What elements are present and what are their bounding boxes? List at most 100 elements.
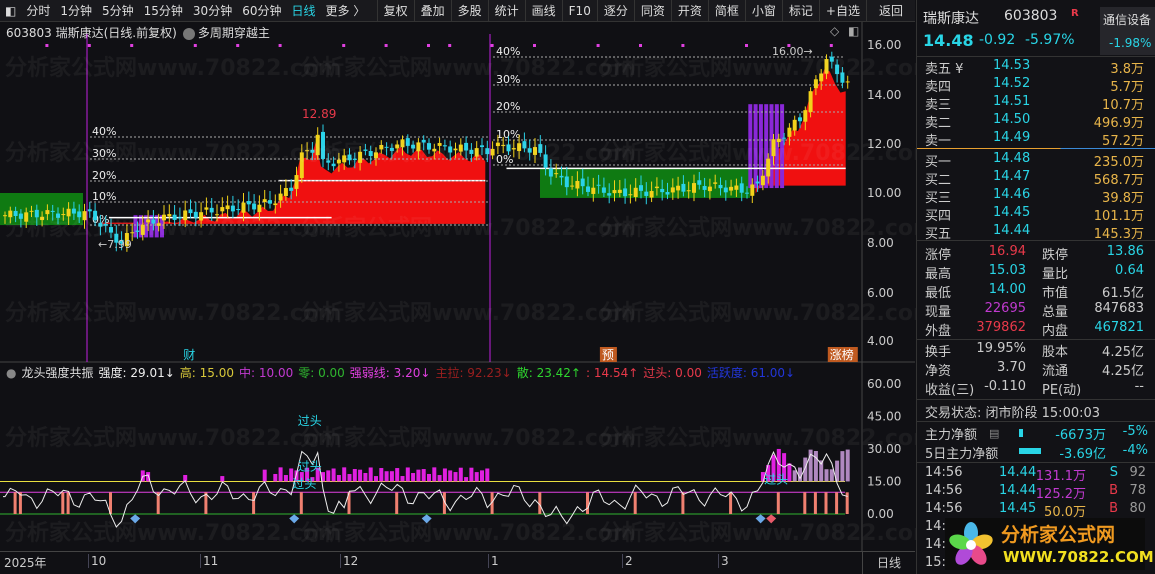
panel-toggle-icon[interactable]: ◧ — [0, 4, 21, 18]
quote-cell: 131.1万 — [1035, 469, 1086, 484]
quote-row: 外盘 379862 内盘 467821 — [917, 320, 1155, 339]
toolbar-button[interactable]: 同资 — [633, 0, 671, 22]
strength-bar — [458, 467, 463, 482]
candle — [199, 212, 204, 221]
period-label[interactable]: 日线 — [862, 551, 915, 574]
signal-dot — [278, 44, 282, 47]
divider — [917, 421, 1155, 422]
indicator-value: 高: 15.00 — [179, 366, 234, 380]
candle — [554, 173, 559, 175]
signal-dot — [829, 44, 833, 47]
toolbar-button[interactable]: 统计 — [487, 0, 525, 22]
top-price-label: 16.00→ — [772, 45, 813, 58]
quote-cell: 14.50 — [993, 112, 1031, 127]
quote-cell: 股本 — [1042, 345, 1069, 360]
indicator-dropdown-icon[interactable]: ● — [6, 366, 16, 380]
candle — [374, 152, 378, 159]
quote-cell: 卖五 ¥ — [925, 62, 964, 77]
period-tab[interactable]: 5分钟 — [97, 2, 139, 19]
candle — [771, 139, 776, 157]
sector-name: 通信设备 — [1103, 13, 1152, 27]
candle — [739, 183, 744, 193]
strength-bar — [432, 467, 437, 482]
candle — [559, 175, 564, 178]
quote-cell: 4.25亿 — [1102, 364, 1144, 379]
toolbar-button[interactable]: F10 — [561, 0, 597, 22]
candle — [617, 189, 622, 193]
toolbar-button[interactable]: 画线 — [524, 0, 562, 22]
candle — [172, 214, 177, 220]
period-tab[interactable]: 更多 〉 — [321, 2, 371, 19]
quote-cell: 买三 — [925, 191, 952, 206]
candle — [729, 186, 734, 191]
candle — [564, 176, 569, 188]
candle — [570, 185, 575, 187]
candle — [416, 142, 421, 152]
quote-cell: 14.48 — [993, 151, 1031, 166]
quote-cell: 379862 — [976, 320, 1026, 335]
indicator-title: 龙头强度共振 — [21, 366, 94, 380]
quote-cell: 5.7万 — [1110, 80, 1144, 95]
overlay-layer: 40%40%30%30%20%20%10%10%0%0% — [0, 34, 846, 362]
pct-label: 20% — [496, 100, 520, 113]
toolbar-button[interactable]: 逐分 — [596, 0, 634, 22]
candle — [204, 207, 209, 210]
period-tab[interactable]: 1分钟 — [55, 2, 97, 19]
candle — [713, 182, 718, 184]
purple-bar — [149, 215, 154, 238]
signal-dot — [342, 44, 346, 47]
last-price: 14.48 — [923, 31, 974, 50]
candle — [363, 149, 368, 151]
diamond-signal-icon — [130, 514, 141, 524]
pct-label: 20% — [92, 169, 116, 182]
purple-bar — [758, 104, 763, 189]
toolbar-button[interactable]: 开资 — [670, 0, 708, 22]
quote-cell: -- — [1134, 379, 1144, 394]
quote-row: 换手 19.95% 股本 4.25亿 — [917, 341, 1155, 360]
quote-cell: 15.03 — [988, 263, 1026, 278]
toolbar-button[interactable]: 复权 — [376, 0, 414, 22]
quote-cell: 最低 — [925, 286, 952, 301]
quote-row: 卖四 14.52 5.7万 — [917, 76, 1155, 95]
candle — [723, 187, 728, 193]
candle — [480, 145, 484, 148]
indicator-value: 过头: 0.00 — [643, 366, 702, 380]
period-tab[interactable]: 60分钟 — [237, 2, 286, 19]
candle — [246, 201, 251, 205]
period-tab[interactable]: 日线 — [286, 2, 320, 19]
candle — [501, 144, 506, 146]
candle — [130, 232, 135, 234]
quote-cell: 14.49 — [993, 130, 1031, 145]
candle — [315, 134, 320, 156]
candle — [586, 186, 590, 192]
strength-bar — [845, 449, 850, 482]
overhead-label: 过头 — [764, 473, 788, 487]
toolbar-button[interactable]: 返回 — [865, 0, 915, 22]
quote-cell: 跌停 — [1042, 248, 1069, 263]
candle — [342, 155, 347, 163]
toolbar-button[interactable]: 多股 — [450, 0, 488, 22]
toolbar-button[interactable]: 小窗 — [744, 0, 782, 22]
signal-dot — [490, 44, 494, 47]
candle — [103, 223, 108, 226]
candle — [670, 187, 675, 193]
candle — [93, 210, 98, 221]
quote-cell: PE(动) — [1042, 383, 1082, 398]
quote-cell: 最高 — [925, 267, 952, 282]
toolbar-button[interactable]: 叠加 — [413, 0, 451, 22]
quote-row: 买一 14.48 235.0万 — [917, 151, 1155, 170]
quote-cell: 涨停 — [925, 248, 952, 263]
quote-cell: 847683 — [1094, 301, 1144, 316]
candle — [628, 194, 633, 196]
period-tab[interactable]: 30分钟 — [188, 2, 237, 19]
date-label: 11 — [200, 554, 218, 568]
period-tab[interactable]: 15分钟 — [139, 2, 188, 19]
toolbar-button[interactable]: 简框 — [707, 0, 745, 22]
toolbar-button[interactable]: 标记 — [781, 0, 819, 22]
kline-chart[interactable]: 16.00 14.00 12.00 10.00 8.00 6.00 4.00 60.00 45.… — [0, 22, 915, 552]
toolbar-button[interactable]: +自选 — [818, 0, 866, 22]
candle — [654, 186, 659, 189]
period-tab[interactable]: 分时 — [21, 2, 55, 19]
candle — [193, 211, 198, 218]
candle — [225, 205, 230, 210]
